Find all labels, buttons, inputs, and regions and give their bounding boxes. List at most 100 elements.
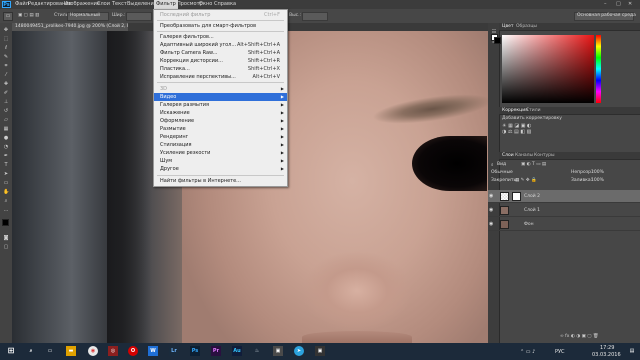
menu-image[interactable]: Изображение <box>64 1 100 7</box>
move-tool-icon[interactable]: ✥ <box>3 27 9 33</box>
menu-item-filter-gallery[interactable]: Галерея фильтров... <box>154 33 287 41</box>
close-icon[interactable]: ✕ <box>628 1 632 7</box>
dodge-tool-icon[interactable]: ◔ <box>3 144 9 150</box>
chrome-icon[interactable]: ◉ <box>88 346 98 356</box>
tab-paths[interactable]: Контуры <box>534 153 555 158</box>
telegram-icon[interactable]: ➤ <box>294 346 304 356</box>
visibility-eye-icon[interactable]: ◉ <box>489 221 493 227</box>
clock-time[interactable]: 17:29 <box>600 345 614 351</box>
maximize-icon[interactable]: □ <box>616 1 621 7</box>
menu-item-other[interactable]: Другое ▶ <box>154 165 287 173</box>
menu-item-blur-gallery[interactable]: Галерея размытия ▶ <box>154 101 287 109</box>
menu-item-video[interactable]: Видео ▶ <box>154 93 287 101</box>
tab-layers[interactable]: Слои <box>502 153 514 158</box>
menu-item-sharpen[interactable]: Усиление резкости ▶ <box>154 149 287 157</box>
layers-footer-icons[interactable]: ∞ fx ◐ ◑ ▣ ▢ 🗑 <box>560 334 638 341</box>
photoshop-icon[interactable]: Ps <box>190 346 200 356</box>
menu-window[interactable]: Окно <box>199 1 212 7</box>
tab-adjustments[interactable]: Коррекция <box>502 108 528 113</box>
lock-icons[interactable]: ▦ ✎ ✥ 🔒 <box>515 178 537 183</box>
layer-filter-icons[interactable]: ▣ ◐ T ▭ ▤ <box>521 162 546 167</box>
color-panel-background-swatch[interactable] <box>494 37 501 44</box>
pen-tool-icon[interactable]: ✒ <box>3 153 9 159</box>
layer-row[interactable]: ◉ Слой 2 <box>488 190 640 203</box>
quick-mask-icon[interactable]: ◙ <box>3 235 9 241</box>
foreground-color-swatch[interactable] <box>2 219 9 226</box>
height-field[interactable] <box>302 12 328 21</box>
document-tab[interactable]: 1480049451_prolikes-7940.jpg @ 200% (Сло… <box>12 23 128 31</box>
width-field[interactable] <box>126 12 152 21</box>
menu-help[interactable]: Справка <box>214 1 236 7</box>
menu-item-lens-correction[interactable]: Коррекция дисторсии... Shift+Ctrl+R <box>154 57 287 65</box>
zoom-tool-icon[interactable]: ⌕ <box>3 198 9 204</box>
lasso-tool-icon[interactable]: ℓ <box>3 45 9 51</box>
quick-select-tool-icon[interactable]: ✎ <box>3 54 9 60</box>
opacity-value[interactable]: 100% <box>591 170 604 175</box>
search-icon[interactable]: ⌕ <box>26 346 36 356</box>
tab-styles[interactable]: Стили <box>526 108 541 113</box>
screen-mode-icon[interactable]: ▢ <box>3 244 9 250</box>
eraser-tool-icon[interactable]: ▱ <box>3 117 9 123</box>
audition-icon[interactable]: Au <box>232 346 242 356</box>
history-brush-tool-icon[interactable]: ↺ <box>3 108 9 114</box>
lightroom-icon[interactable]: Lr <box>169 346 179 356</box>
app-icon[interactable]: ▣ <box>273 346 283 356</box>
gradient-tool-icon[interactable]: ▦ <box>3 126 9 132</box>
menu-item-vanishing-point[interactable]: Исправление перспективы... Alt+Ctrl+V <box>154 73 287 81</box>
path-select-tool-icon[interactable]: ➤ <box>3 171 9 177</box>
app-icon[interactable]: ◎ <box>108 346 118 356</box>
word-icon[interactable]: W <box>148 346 158 356</box>
file-explorer-icon[interactable]: ▬ <box>66 346 76 356</box>
app-icon[interactable]: ▣ <box>315 346 325 356</box>
menu-filter[interactable]: Фильтр <box>154 0 178 9</box>
marquee-tool-icon[interactable]: ⬚ <box>3 36 9 42</box>
clock-date[interactable]: 03.03.2016 <box>592 352 621 358</box>
tab-color[interactable]: Цвет <box>502 24 514 29</box>
premiere-icon[interactable]: Pr <box>211 346 221 356</box>
shape-tool-icon[interactable]: ▭ <box>3 180 9 186</box>
brush-tool-icon[interactable]: ✐ <box>3 90 9 96</box>
menu-item-liquify[interactable]: Пластика... Shift+Ctrl+X <box>154 65 287 73</box>
menu-file[interactable]: Файл <box>15 1 29 7</box>
more-tools-icon[interactable]: … <box>3 207 9 213</box>
layer-row[interactable]: ◉ Слой 1 <box>488 204 640 217</box>
task-view-icon[interactable]: ▭ <box>45 346 55 356</box>
steam-icon[interactable]: ♨ <box>252 346 262 356</box>
menu-item-render[interactable]: Рендеринг ▶ <box>154 133 287 141</box>
healing-brush-tool-icon[interactable]: ✚ <box>3 81 9 87</box>
blend-mode-select[interactable]: Обычные <box>491 170 513 175</box>
clone-stamp-tool-icon[interactable]: ⊥ <box>3 99 9 105</box>
visibility-eye-icon[interactable]: ◉ <box>489 207 493 213</box>
workspace-select[interactable]: Основная рабочая среда <box>574 12 636 21</box>
menu-item-pixelate[interactable]: Оформление ▶ <box>154 117 287 125</box>
menu-item-convert-smart[interactable]: Преобразовать для смарт-фильтров <box>154 22 287 30</box>
minimize-icon[interactable]: – <box>604 1 607 7</box>
tray-icons[interactable]: ⌃ ▭ ♪ <box>520 349 535 355</box>
menu-item-noise[interactable]: Шум ▶ <box>154 157 287 165</box>
menu-item-blur[interactable]: Размытие ▶ <box>154 125 287 133</box>
tab-channels[interactable]: Каналы <box>515 153 533 158</box>
language-indicator[interactable]: РУС <box>555 349 565 355</box>
menu-type[interactable]: Текст <box>112 1 127 7</box>
color-picker-field[interactable] <box>502 35 594 103</box>
marquee-tool-preset-icon[interactable]: ▭ <box>3 12 13 21</box>
tab-swatches[interactable]: Образцы <box>516 24 537 29</box>
menu-item-stylize[interactable]: Стилизация ▶ <box>154 141 287 149</box>
hand-tool-icon[interactable]: ✋ <box>3 189 9 195</box>
layer-kind-select[interactable]: Вид <box>497 162 506 167</box>
opera-icon[interactable]: O <box>128 346 138 356</box>
menu-select[interactable]: Выделение <box>127 1 157 7</box>
blur-tool-icon[interactable]: ● <box>3 135 9 141</box>
menu-item-distort[interactable]: Искажение ▶ <box>154 109 287 117</box>
notifications-icon[interactable]: ▤ <box>627 346 637 356</box>
menu-item-browse-filters[interactable]: Найти фильтры в Интернете... <box>154 177 287 185</box>
layer-row[interactable]: ◉ Фон <box>488 218 640 231</box>
visibility-eye-icon[interactable]: ◉ <box>489 193 493 199</box>
crop-tool-icon[interactable]: ⌗ <box>3 63 9 69</box>
menu-item-adaptive-wide-angle[interactable]: Адаптивный широкий угол... Alt+Shift+Ctrl… <box>154 41 287 49</box>
selection-mode-icons[interactable]: ▣ ▢ ▤ ▥ <box>18 12 48 19</box>
menu-layers[interactable]: Слои <box>97 1 110 7</box>
eyedropper-tool-icon[interactable]: ⁄ <box>3 72 9 78</box>
windows-icon[interactable]: ⊞ <box>6 346 16 356</box>
style-select[interactable]: Нормальный <box>67 12 109 21</box>
